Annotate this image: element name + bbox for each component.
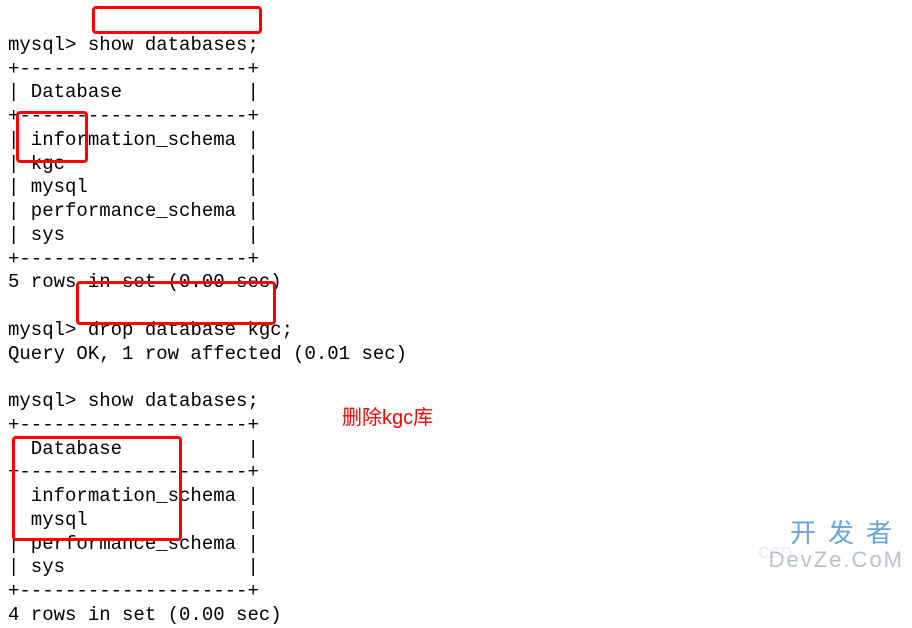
- table-border: +--------------------+: [8, 105, 259, 127]
- table-header: | Database |: [8, 438, 259, 460]
- watermark: 开发者 DevZe.CoM: [769, 519, 904, 572]
- table-row: | sys |: [8, 224, 259, 246]
- query-result: Query OK, 1 row affected (0.01 sec): [8, 343, 407, 365]
- table-row: | information_schema |: [8, 129, 259, 151]
- sql-command: show databases;: [88, 390, 259, 412]
- watermark-line2: DevZe.CoM: [769, 548, 904, 572]
- sql-command: show databases;: [88, 34, 259, 56]
- prompt: mysql>: [8, 34, 88, 56]
- table-border: +--------------------+: [8, 461, 259, 483]
- watermark-line1: 开发者: [769, 519, 904, 548]
- table-border: +--------------------+: [8, 248, 259, 270]
- table-row: | mysql |: [8, 176, 259, 198]
- table-row: | information_schema |: [8, 485, 259, 507]
- annotation-text: 删除kgc库: [342, 406, 433, 431]
- result-footer: 4 rows in set (0.00 sec): [8, 604, 282, 626]
- table-row: | performance_schema |: [8, 533, 259, 555]
- table-row: | mysql |: [8, 509, 259, 531]
- table-border: +--------------------+: [8, 580, 259, 602]
- table-border: +--------------------+: [8, 58, 259, 80]
- table-border: +--------------------+: [8, 414, 259, 436]
- prompt: mysql>: [8, 390, 88, 412]
- table-row: | sys |: [8, 556, 259, 578]
- table-header: | Database |: [8, 81, 259, 103]
- sql-command: drop database kgc;: [88, 319, 293, 341]
- table-row: | performance_schema |: [8, 200, 259, 222]
- result-footer: 5 rows in set (0.00 sec): [8, 271, 282, 293]
- prompt: mysql>: [8, 319, 88, 341]
- table-row: | kgc |: [8, 153, 259, 175]
